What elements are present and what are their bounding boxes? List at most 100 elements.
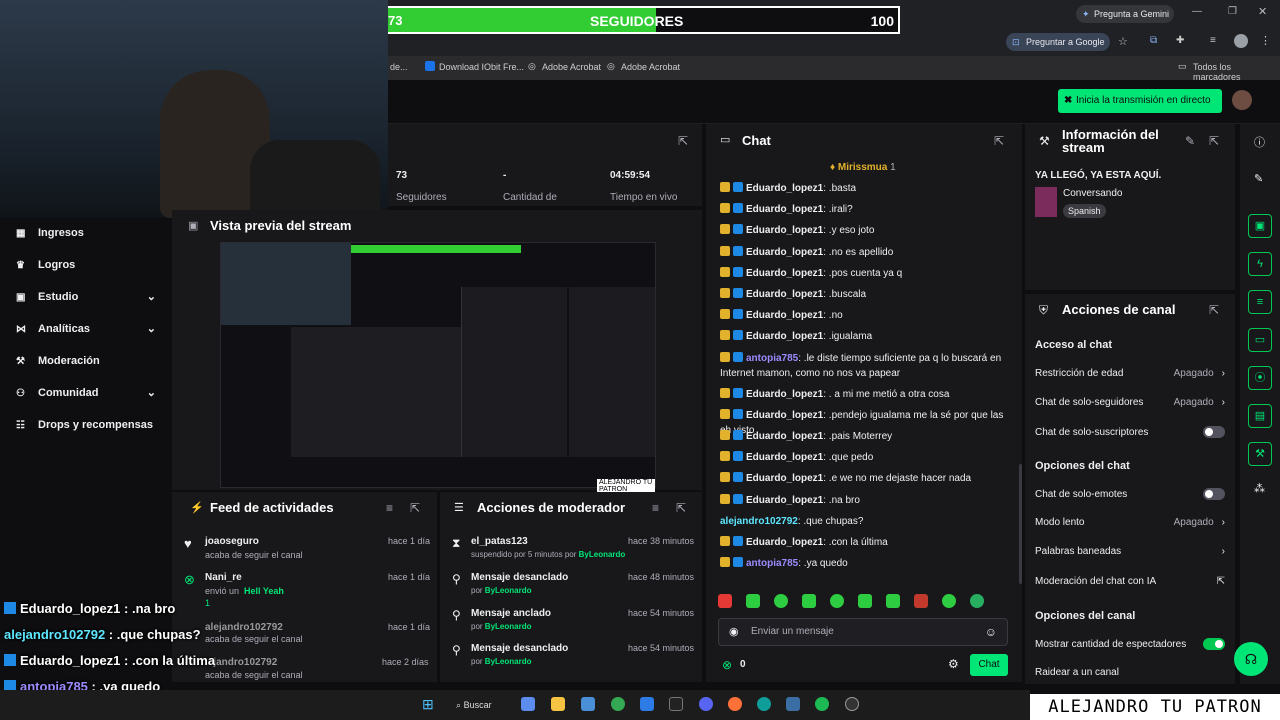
emote-icon[interactable] [886,594,900,608]
more-icon[interactable]: ⋮ [1260,34,1271,47]
chat-message[interactable]: antopia785: .le diste tiempo suficiente … [720,351,1010,381]
share-icon[interactable]: ⁂ [1254,482,1265,495]
popout-icon[interactable]: ⇱ [676,501,686,515]
filter-icon[interactable]: ≡ [386,501,393,515]
activity-user[interactable]: Nani_re [205,572,242,583]
chat-username[interactable]: Eduardo_lopez1 [746,473,823,484]
emoji-icon[interactable]: ☺ [985,625,997,639]
language-tag[interactable]: Spanish [1063,204,1106,218]
activity-user[interactable]: joaoseguro [205,536,259,547]
gemini-button[interactable]: ✦ Pregunta a Gemini [1076,5,1174,23]
user-avatar[interactable] [1232,90,1252,110]
age-restriction-row[interactable]: Restricción de edad Apagado › [1035,368,1225,379]
chat-username[interactable]: Eduardo_lopez1 [746,289,823,300]
firefox-icon[interactable] [728,697,742,711]
chat-message[interactable]: Eduardo_lopez1: . a mi me metió a otra c… [720,387,1010,402]
help-button[interactable]: ☊ [1234,642,1268,676]
chat-username[interactable]: antopia785 [746,558,798,569]
chat-username[interactable]: Eduardo_lopez1 [746,331,823,342]
chat-message[interactable]: Eduardo_lopez1: .buscala [720,287,1010,302]
save-icon[interactable]: ▤ [1248,404,1272,428]
discord-icon[interactable] [699,697,713,711]
chat-username[interactable]: Eduardo_lopez1 [746,452,823,463]
bookmark-item[interactable]: Download IObit Fre... [439,62,524,72]
emote-icon[interactable] [718,594,732,608]
chat-username[interactable]: Eduardo_lopez1 [746,537,823,548]
minimize-icon[interactable]: — [1192,6,1202,17]
chat-username[interactable]: Eduardo_lopez1 [746,268,823,279]
profile-avatar[interactable] [1234,34,1248,48]
slow-mode-row[interactable]: Modo lento Apagado › [1035,517,1225,528]
star-icon[interactable]: ☆ [1118,35,1128,48]
emote-icon[interactable] [942,594,956,608]
chat-username[interactable]: Eduardo_lopez1 [746,495,823,506]
emote-icon[interactable] [914,594,928,608]
chrome-icon[interactable] [611,697,625,711]
chat-message[interactable]: Eduardo_lopez1: .igualama [720,329,1010,344]
app-icon[interactable] [786,697,800,711]
chat-username[interactable]: Eduardo_lopez1 [746,247,823,258]
chat-message[interactable]: Eduardo_lopez1: .irali? [720,202,1010,217]
emote-icon[interactable] [830,594,844,608]
chat-message[interactable]: Eduardo_lopez1: .pos cuenta ya q [720,266,1010,281]
chat-message[interactable]: Eduardo_lopez1: .no [720,308,1010,323]
extensions-icon[interactable]: ✚ [1176,35,1184,46]
lightning-icon[interactable]: ϟ [1248,252,1272,276]
mod-action-name[interactable]: Mensaje desanclado [471,572,568,583]
spotify-icon[interactable] [815,697,829,711]
chat-username[interactable]: Eduardo_lopez1 [746,204,823,215]
chat-message[interactable]: Eduardo_lopez1: .na bro [720,493,1010,508]
chat-send-button[interactable]: Chat [970,654,1008,676]
raid-row[interactable]: Raidear a un canal [1035,667,1225,678]
sidebar-item-estudio[interactable]: ▣ Estudio ⌄ [0,282,170,312]
close-icon[interactable]: ✕ [1258,5,1267,18]
mod-action-name[interactable]: el_patas123 [471,536,528,547]
bookmark-item[interactable]: Adobe Acrobat [542,62,601,72]
popout-icon[interactable]: ⇱ [1209,134,1219,148]
mod-action-name[interactable]: Mensaje desanclado [471,643,568,654]
clip-icon[interactable]: ▣ [1248,214,1272,238]
show-viewers-toggle[interactable] [1203,638,1225,650]
epic-games-icon[interactable] [669,697,683,711]
maximize-icon[interactable]: ❐ [1228,6,1237,17]
sidebar-item-moderacion[interactable]: ⚒ Moderación [0,346,170,376]
chat-username[interactable]: Eduardo_lopez1 [746,183,823,194]
mail-icon[interactable] [640,697,654,711]
chat-bubble-icon[interactable]: ▭ [1248,328,1272,352]
taskbar-search[interactable]: ⌕ Buscar [456,696,516,714]
list-icon[interactable]: ≡ [1248,290,1272,314]
mod-action-name[interactable]: Mensaje anclado [471,608,551,619]
sidebar-item-comunidad[interactable]: ⚇ Comunidad ⌄ [0,378,170,408]
chat-message[interactable]: Eduardo_lopez1: .basta [720,181,1010,196]
popout-icon[interactable]: ⇱ [410,501,420,515]
subs-only-toggle[interactable] [1203,426,1225,438]
edit-icon[interactable]: ✎ [1254,172,1263,185]
chat-message[interactable]: Eduardo_lopez1: .no es apellido [720,245,1010,260]
emote-bar[interactable] [718,594,1008,612]
broadcast-icon[interactable]: ⦿ [1248,366,1272,390]
store-icon[interactable] [581,697,595,711]
ai-moderation-row[interactable]: Moderación del chat con IA ⇱ [1035,576,1225,587]
emote-icon[interactable] [970,594,984,608]
tools-icon[interactable]: ⚒ [1248,442,1272,466]
chat-message[interactable]: Eduardo_lopez1: .e we no me dejaste hace… [720,471,1010,486]
sidebar-item-ingresos[interactable]: ▦ Ingresos [0,218,170,248]
chat-username[interactable]: Eduardo_lopez1 [746,225,823,236]
popout-icon[interactable]: ⇱ [1209,303,1219,317]
bookmark-item[interactable]: de... [390,62,408,72]
chat-input[interactable]: ◉ Enviar un mensaje ☺ [718,618,1008,646]
ask-google-button[interactable]: ⊡ Preguntar a Google [1006,33,1110,51]
activity-user[interactable]: alejandro102792 [205,622,283,633]
activity-user[interactable]: ...jandro102792 [205,657,277,668]
translate-icon[interactable]: ⧉ [1150,35,1157,46]
chat-username[interactable]: Eduardo_lopez1 [746,389,823,400]
popout-icon[interactable]: ⇱ [678,134,688,148]
windows-start-icon[interactable]: ⊞ [422,696,434,713]
sidebar-item-logros[interactable]: ♛ Logros [0,250,170,280]
chat-username[interactable]: Eduardo_lopez1 [746,310,823,321]
chat-username[interactable]: antopia785 [746,353,798,364]
edit-icon[interactable]: ✎ [1185,134,1195,148]
top-gifter[interactable]: ♦ Mirissmua 1 [830,162,896,173]
chat-scrollbar[interactable] [1019,464,1022,584]
bookmark-item[interactable]: Adobe Acrobat [621,62,680,72]
